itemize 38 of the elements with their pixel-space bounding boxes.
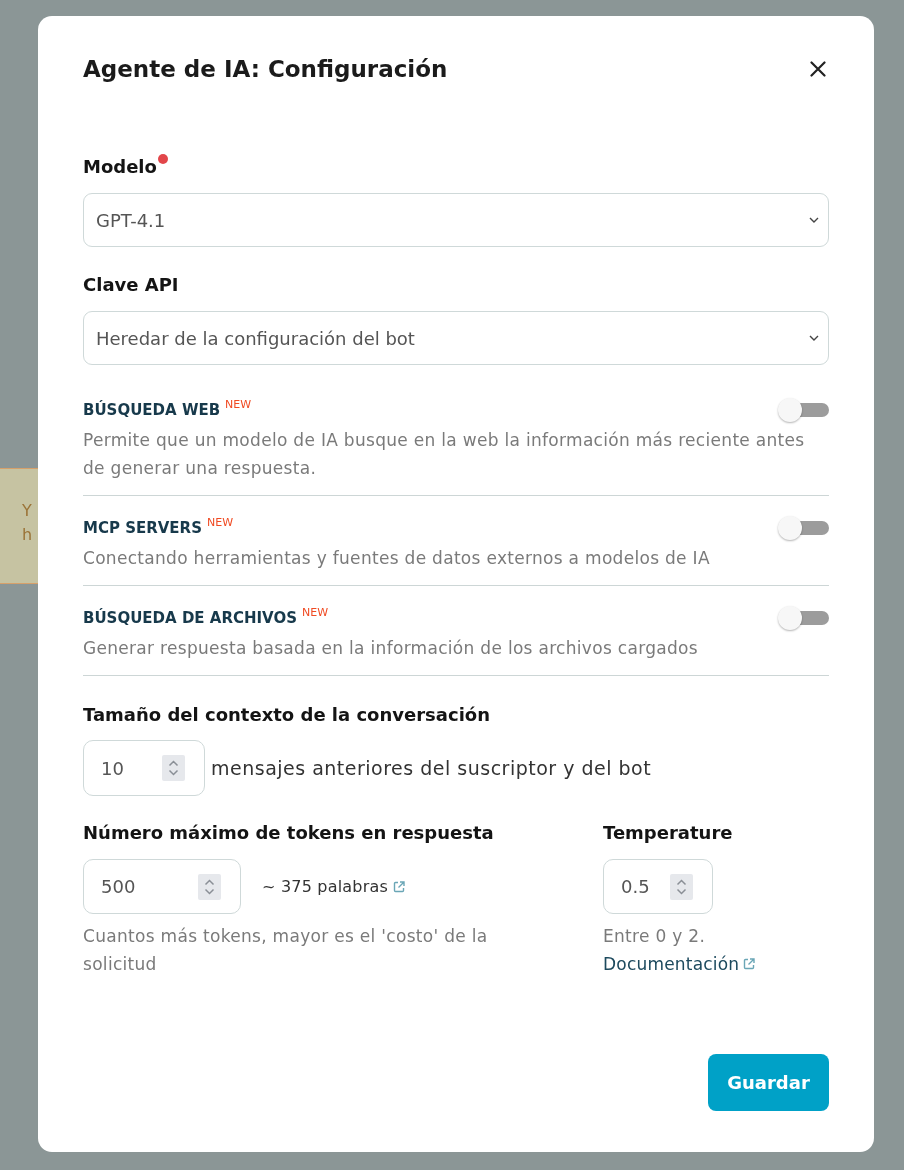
field-label: Tamaño del contexto de la conversación [83,703,490,727]
notice-text: Y [22,500,32,522]
spinner-icon[interactable] [162,755,185,781]
field-suffix: mensajes anteriores del suscriptor y del bot [211,757,652,779]
notice-text: h [22,524,33,546]
feature-title: BÚSQUEDA WEB [83,399,221,421]
external-link-icon [393,880,405,893]
feature-description: Generar respuesta basada en la información de los archivos cargados [83,637,699,660]
feature-title: BÚSQUEDA DE ARCHIVOS [83,607,297,629]
dialog-title: Agente de IA: Configuración [83,55,448,84]
chevron-down-icon [809,335,819,341]
field-label: Temperature [603,821,733,845]
new-label: NEW [302,607,329,619]
word-estimate-link[interactable]: ~ 375 palabras [262,877,405,896]
number-field[interactable]: 0.5 [603,859,713,914]
number-field[interactable]: 500 [83,859,241,914]
documentation-link[interactable]: Documentación [603,950,756,978]
feature-title: MCP SERVERS [83,518,202,539]
field-hint: Entre 0 y 2. [603,925,706,948]
dropdown-select[interactable]: GPT-4.1 [83,193,829,247]
field-label: Modelo [83,155,157,179]
field-label: Clave API [83,273,179,297]
external-link-icon [743,958,756,970]
field-label: Número máximo de tokens en respuesta [83,821,494,845]
number-field[interactable]: 10 [83,740,205,796]
close-icon[interactable] [810,61,826,77]
toggle-switch[interactable] [778,606,829,630]
new-label: NEW [206,517,234,529]
new-label: NEW [225,399,252,411]
feature-description: Conectando herramientas y fuentes de datos externos a modelos de IA [83,547,711,570]
feature-description: Permite que un modelo de IA busque en la web la información más reciente antes de generar una respuesta. [83,429,806,480]
field-hint: Cuantos más tokens, mayor es el 'costo' de la solicitud [83,925,489,976]
spinner-icon[interactable] [198,873,221,900]
toggle-switch[interactable] [778,516,829,540]
spinner-icon[interactable] [670,873,693,900]
toggle-switch[interactable] [778,398,829,422]
chevron-down-icon [809,217,819,223]
dropdown-select[interactable]: Heredar de la configuración del bot [83,311,829,365]
